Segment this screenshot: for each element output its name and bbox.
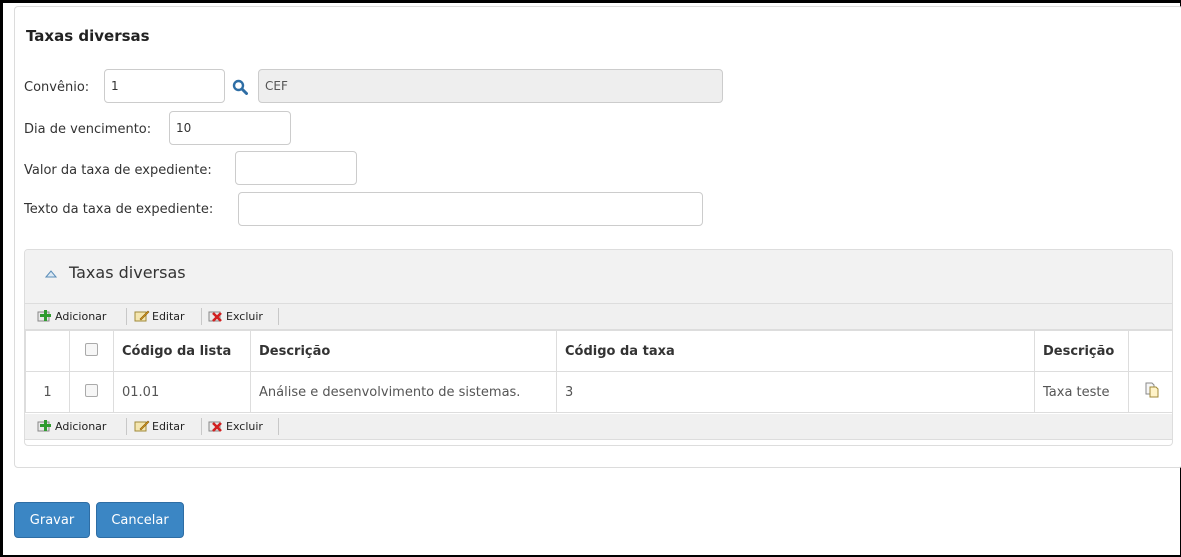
- convenio-label: Convênio:: [24, 80, 90, 95]
- copy-icon[interactable]: [1144, 382, 1160, 398]
- col-descricao-taxa[interactable]: Descrição: [1034, 330, 1129, 372]
- col-codigo-taxa[interactable]: Código da taxa: [556, 330, 1035, 372]
- valor-taxa-input[interactable]: [235, 151, 357, 185]
- edit-icon: [134, 310, 150, 322]
- toolbar-divider: [126, 308, 127, 325]
- grid-title: Taxas diversas: [69, 263, 186, 282]
- texto-taxa-input[interactable]: [238, 192, 703, 226]
- add-icon: [37, 310, 51, 322]
- cancel-button[interactable]: Cancelar: [96, 502, 184, 538]
- delete-label: Excluir: [226, 419, 263, 433]
- taxas-table: Código da lista Descrição Código da taxa…: [25, 330, 1172, 413]
- col-actions: [1128, 330, 1172, 372]
- add-button-bottom[interactable]: Adicionar: [37, 419, 106, 433]
- toolbar-divider: [201, 418, 202, 435]
- form-panel: Taxas diversas Convênio: Dia de vencimen…: [14, 6, 1181, 468]
- toolbar-divider: [278, 308, 279, 325]
- col-descricao[interactable]: Descrição: [250, 330, 557, 372]
- delete-icon: [208, 311, 222, 322]
- delete-button[interactable]: Excluir: [208, 309, 263, 323]
- valor-taxa-label: Valor da taxa de expediente:: [24, 163, 212, 178]
- collapse-icon[interactable]: [45, 270, 57, 278]
- grid-header[interactable]: Taxas diversas: [25, 250, 1172, 304]
- convenio-input[interactable]: [104, 69, 225, 103]
- select-all-checkbox[interactable]: [85, 342, 98, 356]
- row-number: 1: [25, 371, 70, 413]
- add-label: Adicionar: [55, 419, 107, 433]
- page-title: Taxas diversas: [26, 27, 150, 45]
- row-descricao-taxa: Taxa teste: [1034, 371, 1129, 413]
- col-codigo-lista[interactable]: Código da lista: [113, 330, 251, 372]
- grid-toolbar-top: Adicionar Editar Excluir: [25, 304, 1172, 330]
- toolbar-divider: [201, 308, 202, 325]
- col-rownum: [25, 330, 70, 372]
- row-codigo-lista: 01.01: [113, 371, 251, 413]
- row-descricao: Análise e desenvolvimento de sistemas.: [250, 371, 557, 413]
- toolbar-divider: [126, 418, 127, 435]
- add-button[interactable]: Adicionar: [37, 309, 106, 323]
- row-select-cell[interactable]: [69, 371, 114, 413]
- edit-label: Editar: [152, 309, 185, 323]
- texto-taxa-label: Texto da taxa de expediente:: [24, 202, 214, 217]
- taxas-grid: Taxas diversas Adicionar Editar Excluir …: [24, 249, 1173, 446]
- convenio-name-field: [258, 69, 723, 103]
- edit-button-bottom[interactable]: Editar: [134, 419, 185, 433]
- table-header-row: Código da lista Descrição Código da taxa…: [25, 330, 1172, 372]
- table-row[interactable]: 1 01.01 Análise e desenvolvimento de sis…: [25, 371, 1172, 413]
- edit-label: Editar: [152, 419, 185, 433]
- save-button[interactable]: Gravar: [14, 502, 90, 538]
- add-label: Adicionar: [55, 309, 107, 323]
- search-icon[interactable]: [232, 79, 248, 95]
- edit-icon: [134, 420, 150, 432]
- dia-vencimento-input[interactable]: [169, 111, 291, 145]
- row-codigo-taxa: 3: [556, 371, 1035, 413]
- row-checkbox[interactable]: [85, 383, 98, 397]
- grid-toolbar-bottom: Adicionar Editar Excluir: [25, 414, 1172, 440]
- edit-button[interactable]: Editar: [134, 309, 185, 323]
- row-actions: [1128, 371, 1172, 413]
- delete-label: Excluir: [226, 309, 263, 323]
- delete-button-bottom[interactable]: Excluir: [208, 419, 263, 433]
- toolbar-divider: [278, 418, 279, 435]
- col-select[interactable]: [69, 330, 114, 372]
- add-icon: [37, 420, 51, 432]
- dia-vencimento-label: Dia de vencimento:: [24, 122, 152, 137]
- delete-icon: [208, 421, 222, 432]
